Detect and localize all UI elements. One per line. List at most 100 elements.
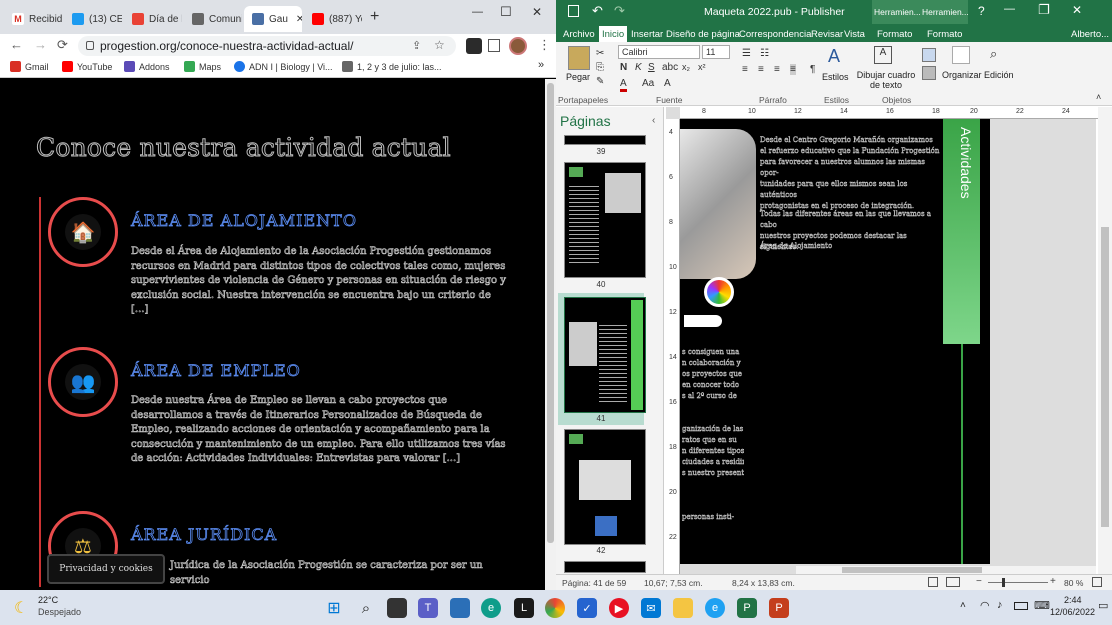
volume-icon[interactable]: ♪ [997,599,1003,611]
strikethrough-button[interactable]: abc [662,62,678,73]
draw-textbox-button[interactable]: Dibujar cuadro de texto [856,70,916,90]
wifi-icon[interactable]: ◠ [980,599,990,612]
align-center-icon[interactable]: ≡ [758,64,764,75]
fit-page-icon[interactable] [1092,577,1102,587]
menu-icon[interactable]: ⋮ [538,37,551,53]
bookmarks-more-button[interactable]: » [538,59,544,71]
font-size-box[interactable]: 11 [702,45,730,59]
close-tab-icon[interactable]: ✕ [296,14,302,25]
zoom-in-button[interactable]: + [1050,576,1056,587]
tab-dia[interactable]: Día de l [124,6,182,32]
file-explorer-icon[interactable] [673,598,693,618]
document-page[interactable]: Desde el Centro Gregorio Marañón organiz… [680,119,990,564]
collapse-pane-icon[interactable]: ‹ [652,115,655,126]
publisher-icon[interactable]: P [737,598,757,618]
search-icon[interactable]: ⌕ [356,598,376,618]
extension-icon[interactable] [466,38,482,54]
keyboard-icon[interactable]: ⌨ [1034,599,1050,612]
weather-temp[interactable]: 22°C [38,595,58,605]
chrome-icon[interactable] [545,598,565,618]
tab-correspondencia[interactable]: Correspondencia [736,26,814,42]
area-3-title[interactable]: ÁREA JURÍDICA [131,525,277,545]
clock-time[interactable]: 2:44 [1064,595,1082,605]
new-tab-button[interactable]: + [370,8,379,26]
area-1-title[interactable]: ÁREA DE ALOJAMIENTO [131,211,357,231]
hscroll-thumb[interactable] [842,567,982,573]
page-scrollbar[interactable] [545,79,556,590]
media-player-icon[interactable]: ▶ [609,598,629,618]
star-icon[interactable]: ☆ [434,38,445,52]
edge-icon[interactable]: e [481,598,501,618]
scrollbar-thumb[interactable] [547,83,554,543]
vertical-scrollbar[interactable] [1098,107,1112,574]
save-icon[interactable] [568,5,579,17]
notification-icon[interactable]: ▭ [1098,599,1108,612]
table-icon[interactable] [922,66,936,80]
zoom-slider[interactable] [988,582,1048,583]
bookmark-julio[interactable]: 1, 2 y 3 de julio: las... [342,61,442,72]
format-painter-icon[interactable]: ✎ [596,76,604,87]
tab-inicio[interactable]: Inicio [599,26,628,42]
paste-button[interactable]: Pegar [566,72,590,82]
reading-list-icon[interactable] [488,39,500,52]
numbering-icon[interactable]: ☷ [760,48,769,59]
forward-button[interactable]: → [34,37,47,52]
scrollbar-thumb[interactable] [1101,227,1109,527]
task-view-icon[interactable] [387,598,407,618]
two-page-icon[interactable] [946,577,960,587]
reload-button[interactable]: ⟳ [57,37,68,53]
shrink-font-button[interactable]: A [664,78,671,89]
powerpoint-icon[interactable]: P [769,598,789,618]
bookmark-addons[interactable]: Addons [124,61,170,72]
align-right-icon[interactable]: ≡ [774,64,780,75]
picture-icon[interactable] [922,48,936,62]
cut-icon[interactable]: ✂ [596,48,604,59]
tab-vista[interactable]: Vista [841,26,868,42]
battery-icon[interactable] [1014,602,1028,610]
tab-comuni[interactable]: Comuni [184,6,242,32]
page-thumb-40[interactable] [564,162,646,278]
context-tab-2[interactable]: Herramien... [920,0,969,24]
windows-start-icon[interactable]: ⊞ [324,598,344,618]
justify-icon[interactable]: ≡ [790,64,796,75]
photo-classroom[interactable] [680,129,756,279]
bullets-icon[interactable]: ☰ [742,48,751,59]
internet-explorer-icon[interactable]: e [705,598,725,618]
redo-icon[interactable]: ↷ [614,3,625,19]
collapse-ribbon-icon[interactable]: ˄ [1096,92,1101,102]
tab-twitter[interactable]: (13) CE [64,6,122,32]
area-2-title[interactable]: ÁREA DE EMPLEO [131,361,301,381]
page-thumb-41[interactable] [564,297,646,413]
undo-icon[interactable]: ↶ [592,3,603,19]
font-name-box[interactable]: Calibri [618,45,700,59]
bookmark-gmail[interactable]: Gmail [10,61,49,72]
back-button[interactable]: ← [10,37,23,52]
styles-button[interactable]: Estilos [822,72,849,82]
paragraph-icon[interactable]: ¶ [810,64,815,75]
tab-diseno[interactable]: Diseño de página [663,26,743,42]
maximize-button[interactable]: ☐ [500,4,512,20]
horizontal-scrollbar[interactable] [796,566,1096,574]
close-window-button[interactable]: ✕ [532,5,542,19]
close-window-button[interactable]: ✕ [1072,3,1082,17]
tab-active[interactable]: Gau ✕ [244,6,302,32]
tab-youtube[interactable]: (887) Yo [304,6,362,32]
tab-formato-2[interactable]: Formato [924,26,965,42]
todo-icon[interactable]: ✓ [577,598,597,618]
page-thumb-43[interactable] [564,561,646,573]
copy-icon[interactable]: ⎘ [596,62,604,73]
bookmark-biology[interactable]: ADN I | Biology | Vi... [234,61,333,72]
teams-icon[interactable]: T [418,598,438,618]
underline-button[interactable]: S [648,62,655,73]
tab-gmail[interactable]: M Recibid [4,6,62,32]
single-page-icon[interactable] [928,577,938,587]
weather-desc[interactable]: Despejado [38,607,81,617]
tab-insertar[interactable]: Insertar [628,26,666,42]
font-color-button[interactable]: A [620,78,627,92]
bookmark-maps[interactable]: Maps [184,61,221,72]
bookmark-youtube[interactable]: YouTube [62,61,112,72]
tab-archivo[interactable]: Archivo [560,26,598,42]
help-icon[interactable]: ? [978,4,985,18]
share-icon[interactable]: ⇪ [412,39,421,52]
page-thumb-42[interactable] [564,429,646,545]
